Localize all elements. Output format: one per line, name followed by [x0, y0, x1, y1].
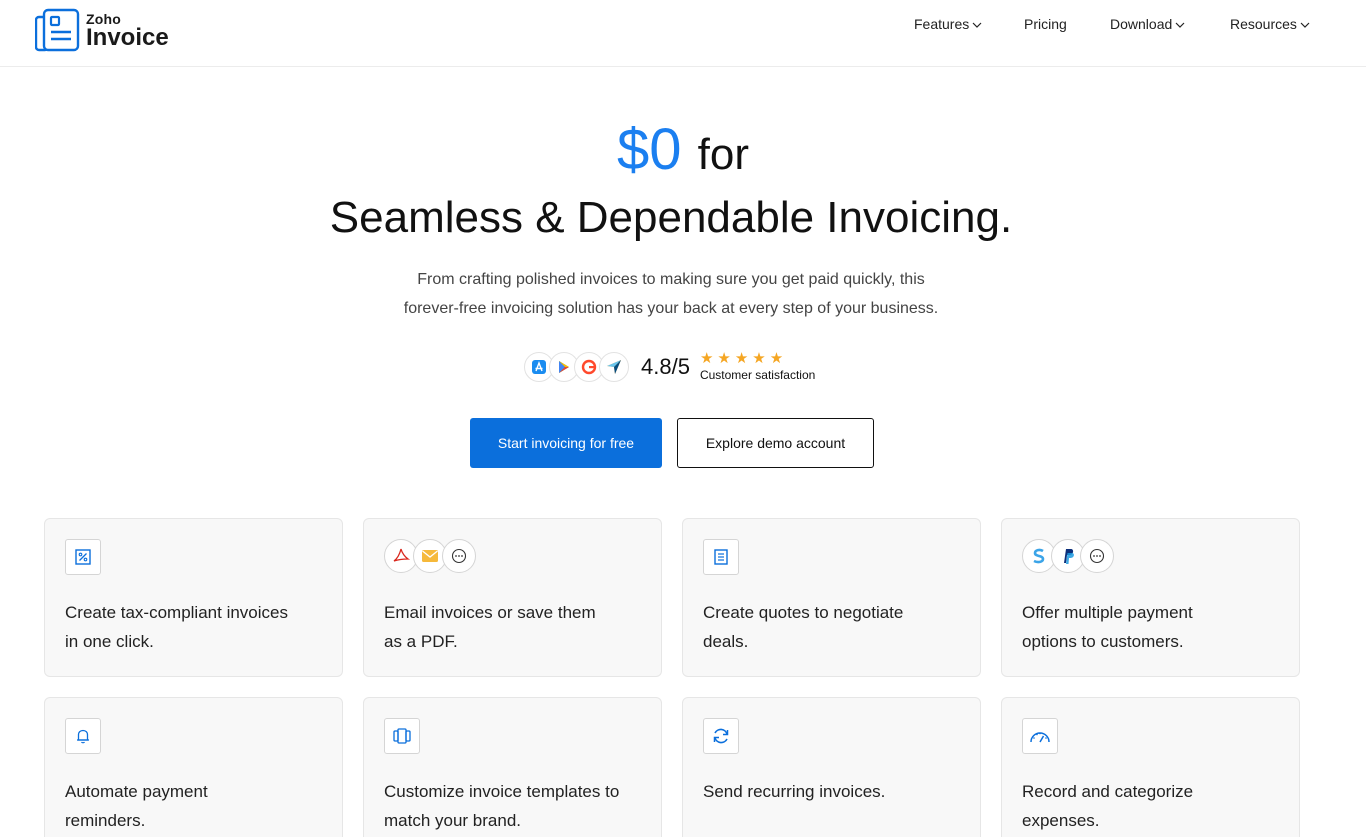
feature-line1: Customize invoice templates to	[384, 782, 620, 801]
nav-resources-label: Resources	[1230, 16, 1297, 32]
nav-download-label: Download	[1110, 16, 1173, 32]
more-icon	[1080, 539, 1114, 573]
chevron-down-icon	[972, 22, 982, 28]
nav-download[interactable]: Download	[1110, 16, 1185, 32]
more-icon	[442, 539, 476, 573]
nav-pricing-label: Pricing	[1024, 16, 1067, 32]
feature-line1: Record and categorize	[1022, 782, 1194, 801]
star-icon: ★	[734, 350, 749, 367]
templates-icon	[384, 718, 420, 754]
feature-card-templates: Customize invoice templates to match you…	[363, 697, 662, 837]
gauge-icon	[1022, 718, 1058, 754]
bell-icon	[65, 718, 101, 754]
nav-features[interactable]: Features	[914, 16, 982, 32]
feature-line2: in one click.	[65, 632, 154, 651]
percent-icon	[65, 539, 101, 575]
zoho-invoice-logo[interactable]: Zoho Invoice	[35, 8, 169, 52]
star-icon: ★	[752, 350, 766, 367]
feature-text: Email invoices or save them as a PDF.	[384, 598, 644, 656]
nav-pricing[interactable]: Pricing	[1024, 16, 1067, 32]
feature-card-reminders: Automate payment reminders.	[44, 697, 343, 837]
rating-stars: ★ ★ ★ ★ ★	[699, 350, 815, 367]
feature-text: Automate payment reminders.	[65, 777, 325, 835]
star-icon: ★	[717, 350, 731, 367]
hero-price: $0	[617, 117, 682, 182]
hero-for: for	[697, 130, 749, 179]
feature-text: Customize invoice templates to match you…	[384, 777, 644, 835]
hero-subtitle-line2: forever-free invoicing solution has your…	[403, 300, 939, 317]
feature-text: Create quotes to negotiate deals.	[703, 598, 963, 656]
hero-subtitle: From crafting polished invoices to makin…	[0, 265, 1342, 323]
invoice-logo-icon	[35, 8, 80, 52]
feature-card-email-pdf: Email invoices or save them as a PDF.	[363, 518, 662, 677]
star-icon: ★	[769, 350, 784, 367]
site-header: Zoho Invoice Features Pricing Download R…	[0, 0, 1366, 67]
hero-subtitle-line1: From crafting polished invoices to makin…	[417, 271, 925, 288]
feature-text: Create tax-compliant invoices in one cli…	[65, 598, 325, 656]
feature-icon-group	[1022, 539, 1114, 573]
feature-line1: Create quotes to negotiate	[703, 603, 904, 622]
feature-text: Offer multiple payment options to custom…	[1022, 598, 1282, 656]
rating-label: Customer satisfaction	[699, 368, 816, 382]
logo-product-text: Invoice	[86, 24, 169, 51]
star-icon: ★	[699, 350, 714, 367]
document-icon	[703, 539, 739, 575]
rating-bar: 4.8/5 ★ ★ ★ ★ ★ Customer satisfaction	[524, 350, 816, 382]
nav-resources[interactable]: Resources	[1230, 16, 1310, 32]
feature-card-recurring: Send recurring invoices.	[682, 697, 981, 837]
start-invoicing-button[interactable]: Start invoicing for free	[470, 418, 662, 468]
hero-headline: Seamless & Dependable Invoicing.	[329, 193, 1013, 242]
feature-line2: options to customers.	[1022, 632, 1184, 651]
recurring-icon	[703, 718, 739, 754]
feature-line1: Create tax-compliant invoices	[65, 603, 288, 622]
feature-text: Record and categorize expenses.	[1022, 777, 1282, 835]
feature-text: Send recurring invoices.	[703, 777, 963, 806]
feature-line2: deals.	[703, 632, 749, 651]
feature-card-payments: Offer multiple payment options to custom…	[1001, 518, 1300, 677]
feature-card-quotes: Create quotes to negotiate deals.	[682, 518, 981, 677]
nav-features-label: Features	[914, 16, 970, 32]
feature-card-expenses: Record and categorize expenses.	[1001, 697, 1300, 837]
rating-score: 4.8/5	[641, 354, 690, 379]
feature-line1: Email invoices or save them	[384, 603, 596, 622]
chevron-down-icon	[1300, 22, 1310, 28]
feature-line1: Offer multiple payment	[1022, 603, 1193, 622]
feature-line1: Automate payment	[65, 782, 208, 801]
explore-demo-button[interactable]: Explore demo account	[677, 418, 874, 468]
feature-icon-group	[384, 539, 476, 573]
feature-line2: match your brand.	[384, 811, 522, 830]
feature-line1: Send recurring invoices.	[703, 782, 886, 801]
feature-line2: as a PDF.	[384, 632, 458, 651]
feature-card-tax: Create tax-compliant invoices in one cli…	[44, 518, 343, 677]
chevron-down-icon	[1175, 22, 1185, 28]
feature-line2: expenses.	[1022, 811, 1100, 830]
capterra-icon	[599, 352, 629, 382]
feature-line2: reminders.	[65, 811, 146, 830]
hero-price-line: $0 for	[0, 112, 1366, 193]
